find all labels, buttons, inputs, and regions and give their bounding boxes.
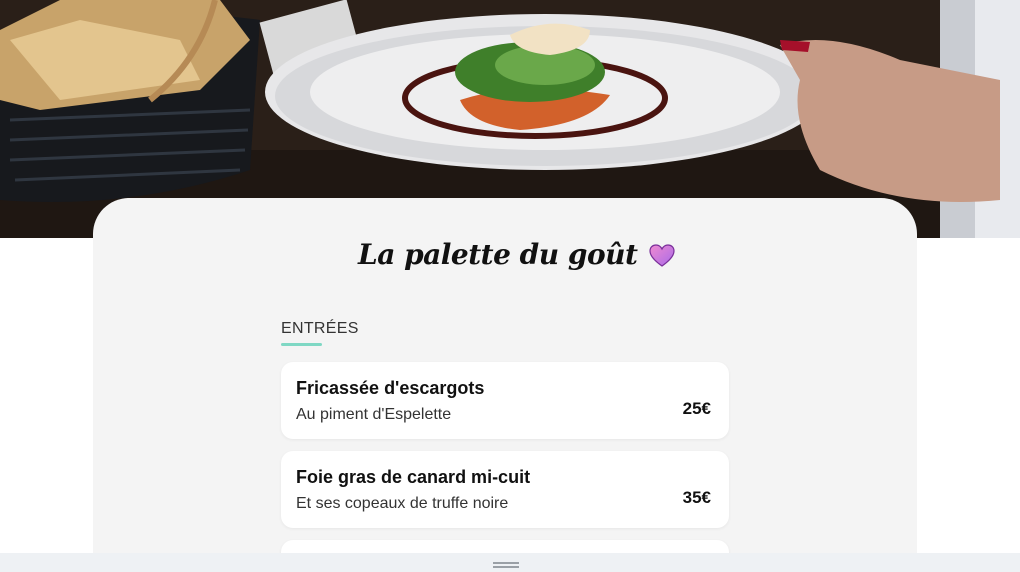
menu-item-name: Foie gras de canard mi-cuit	[296, 467, 531, 487]
menu-item-price: 25€	[682, 399, 711, 418]
menu-item-price: 35€	[682, 488, 711, 507]
menu-item-description: Au piment d'Espelette	[296, 406, 452, 423]
heart-icon[interactable]	[649, 244, 675, 268]
menu-card: La palette du goût ENTRÉES Fricassée d'e…	[93, 198, 917, 572]
section-underline	[281, 343, 322, 346]
menu-item[interactable]: Foie gras de canard mi-cuit Et ses copea…	[281, 451, 729, 528]
drag-handle-icon[interactable]	[493, 562, 519, 568]
section-label-entrees: ENTRÉES	[281, 320, 359, 337]
menu-item-description: Et ses copeaux de truffe noire	[296, 495, 509, 512]
menu-item-name: Fricassée d'escargots	[296, 378, 485, 398]
restaurant-title: La palette du goût	[358, 238, 638, 271]
menu-item[interactable]: Fricassée d'escargots Au piment d'Espele…	[281, 362, 729, 439]
title-row: La palette du goût	[93, 238, 917, 278]
